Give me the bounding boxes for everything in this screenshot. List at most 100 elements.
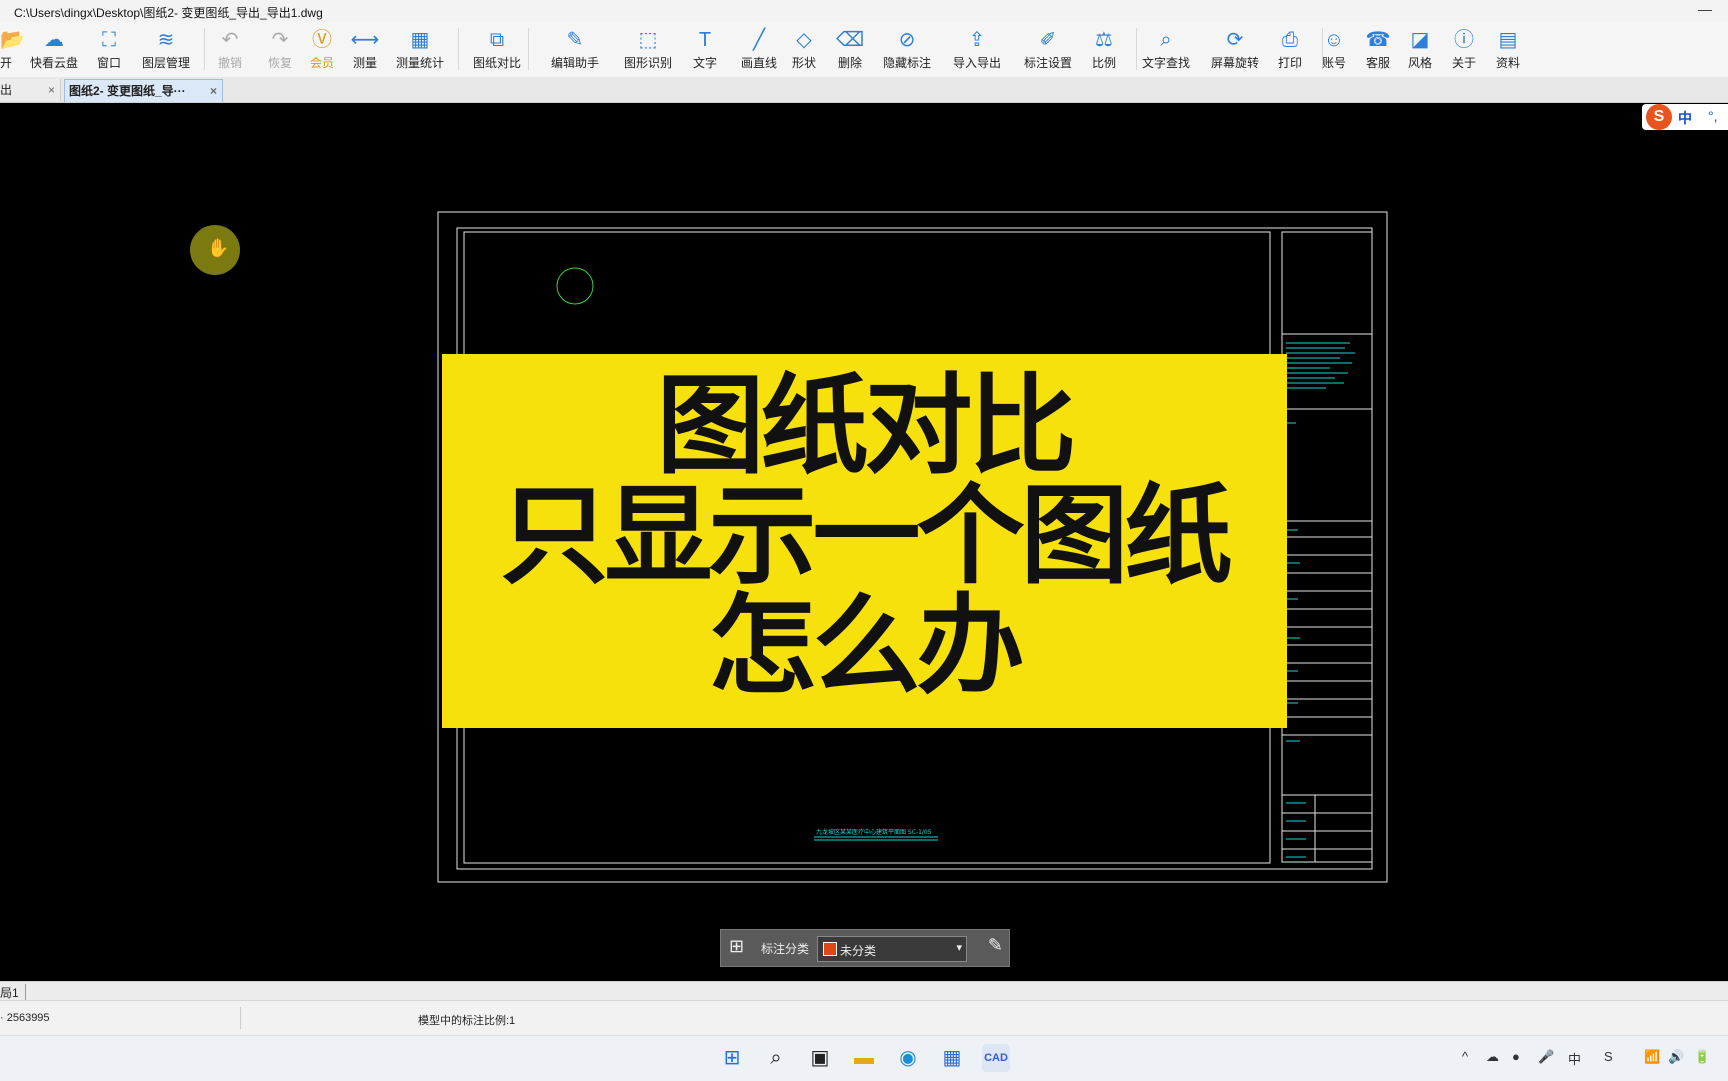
status-divider bbox=[240, 1007, 241, 1029]
toolbar-button-screen-rotate[interactable]: ⟳ 屏幕旋转 bbox=[1204, 26, 1266, 76]
toolbar-label: 测量统计 bbox=[395, 56, 444, 70]
toolbar-label: 屏幕旋转 bbox=[1210, 56, 1259, 70]
tray-icon[interactable]: ^ bbox=[1462, 1049, 1468, 1064]
toolbar-label: 文字查找 bbox=[1141, 56, 1190, 70]
toolbar-button-eraser[interactable]: ⌫ 删除 bbox=[832, 26, 868, 76]
cloud-icon: ☁ bbox=[44, 29, 64, 51]
toolbar-label: 删除 bbox=[837, 56, 862, 70]
toolbar-button-vip[interactable]: Ⓥ 会员 bbox=[304, 26, 340, 76]
line-icon: ╱ bbox=[752, 29, 766, 51]
tray-icon[interactable]: 🔊 bbox=[1668, 1049, 1684, 1065]
toolbar-label: 风格 bbox=[1407, 56, 1432, 70]
tab-close-icon[interactable]: × bbox=[210, 80, 217, 102]
ime-mode[interactable]: 中 bbox=[1678, 108, 1692, 128]
drawing-canvas[interactable]: 九龙坡区某某医疗中心建筑平面图 SC-1/05 ✋ 图纸对比 只显示一个图纸 怎… bbox=[0, 103, 1728, 981]
toolbar-button-open[interactable]: 📂 开 bbox=[0, 26, 25, 76]
toolbar-label: 文字 bbox=[692, 56, 717, 70]
taskbar-cad-icon[interactable]: CAD bbox=[982, 1044, 1010, 1072]
overlay-line-3: 怎么办 bbox=[708, 584, 1024, 709]
cursor-highlight: ✋ bbox=[190, 225, 240, 275]
measure-stats-icon: ▦ bbox=[410, 29, 430, 51]
redo-icon: ↷ bbox=[271, 29, 289, 51]
tray-icon[interactable]: 中 bbox=[1568, 1049, 1581, 1068]
toolbar-button-line[interactable]: ╱ 画直线 bbox=[736, 26, 782, 76]
toolbar-button-window[interactable]: ⛶ 窗口 bbox=[94, 26, 124, 76]
toolbar-button-compare[interactable]: ⧉ 图纸对比 bbox=[468, 26, 526, 76]
tray-icon[interactable]: 📶 bbox=[1644, 1049, 1660, 1065]
scale-icon: ⚖ bbox=[1095, 29, 1113, 51]
toolbar-button-style[interactable]: ◪ 风格 bbox=[1402, 26, 1438, 76]
toolbar-button-shape-recognition[interactable]: ⬚ 图形识别 bbox=[618, 26, 678, 76]
toolbar-label: 会员 bbox=[309, 56, 334, 70]
document-tabs: 出 × 图纸2- 变更图纸_导··· × bbox=[0, 77, 1728, 103]
toolbar-separator bbox=[204, 28, 205, 70]
toolbar-button-text[interactable]: T 文字 bbox=[686, 26, 724, 76]
toolbar-button-shape[interactable]: ◇ 形状 bbox=[786, 26, 822, 76]
overlay-line-2: 只显示一个图纸 bbox=[500, 474, 1232, 599]
sogou-logo-icon: S bbox=[1646, 104, 1672, 130]
toolbar-label: 隐藏标注 bbox=[882, 56, 931, 70]
tray-icon[interactable]: ☁ bbox=[1486, 1049, 1499, 1065]
main-toolbar: 📂 开 ☁ 快看云盘 ⛶ 窗口 ≋ 图层管理 ↶ 撤销 ↷ 恢复 Ⓥ 会员 ⟷ 测量 ▦ 测量统计 ⧉ 图纸对比 ✎ 编辑… bbox=[0, 22, 1728, 77]
tab-close-icon[interactable]: × bbox=[48, 79, 55, 101]
toolbar-label: 标注设置 bbox=[1023, 56, 1072, 70]
text-search-icon: ⌕ bbox=[1160, 29, 1172, 51]
headset-icon: ☎ bbox=[1365, 29, 1391, 51]
layers-icon: ≋ bbox=[157, 29, 175, 51]
toolbar-label: 账号 bbox=[1321, 56, 1346, 70]
chevron-down-icon[interactable]: ▾ bbox=[956, 941, 962, 954]
open-icon: 📂 bbox=[0, 29, 25, 51]
window-icon: ⛶ bbox=[102, 29, 116, 51]
toolbar-button-import-export[interactable]: ⇪ 导入导出 bbox=[948, 26, 1006, 76]
toolbar-button-print[interactable]: ⎙ 打印 bbox=[1272, 26, 1308, 76]
toolbar-label: 画直线 bbox=[740, 56, 777, 70]
layout-tab[interactable]: 局1 bbox=[0, 984, 26, 1001]
ime-punct[interactable]: °, bbox=[1708, 108, 1718, 124]
toolbar-button-measure[interactable]: ⟷ 测量 bbox=[346, 26, 384, 76]
toolbar-button-layers[interactable]: ≋ 图层管理 bbox=[138, 26, 194, 76]
toolbar-label: 恢复 bbox=[267, 56, 292, 70]
toolbar-button-annotation-settings[interactable]: ✐ 标注设置 bbox=[1018, 26, 1078, 76]
toolbar-button-edit-assistant[interactable]: ✎ 编辑助手 bbox=[544, 26, 606, 76]
toolbar-button-cloud[interactable]: ☁ 快看云盘 bbox=[26, 26, 82, 76]
toolbar-button-scale[interactable]: ⚖ 比例 bbox=[1086, 26, 1122, 76]
tray-icon[interactable]: 🎤 bbox=[1538, 1049, 1554, 1065]
toolbar-button-account[interactable]: ☺ 账号 bbox=[1316, 26, 1352, 76]
grid-icon[interactable]: ⊞ bbox=[729, 936, 744, 957]
toolbar-label: 图纸对比 bbox=[472, 56, 521, 70]
toolbar-button-info[interactable]: ⓘ 关于 bbox=[1446, 26, 1482, 76]
toolbar-label: 开 bbox=[0, 56, 13, 70]
minimize-button[interactable]: — bbox=[1698, 1, 1712, 17]
tab-current-drawing[interactable]: 图纸2- 变更图纸_导··· × bbox=[64, 79, 223, 102]
style-icon: ◪ bbox=[1410, 29, 1430, 51]
taskbar-edge-icon[interactable]: ◉ bbox=[894, 1044, 922, 1072]
vip-icon: Ⓥ bbox=[312, 29, 332, 51]
taskbar-store-icon[interactable]: ▦ bbox=[938, 1044, 966, 1072]
eraser-icon: ⌫ bbox=[835, 29, 865, 51]
toolbar-label: 窗口 bbox=[96, 56, 121, 70]
toolbar-button-text-search[interactable]: ⌕ 文字查找 bbox=[1136, 26, 1196, 76]
toolbar-button-measure-stats[interactable]: ▦ 测量统计 bbox=[390, 26, 450, 76]
annotation-category-bar: ⊞ 标注分类 未分类 ▾ ✎ bbox=[720, 929, 1010, 967]
ime-indicator[interactable]: S 中 °, bbox=[1642, 104, 1728, 130]
taskbar-start-icon[interactable]: ⊞ bbox=[718, 1044, 746, 1072]
tab-previous-drawing[interactable]: 出 × bbox=[0, 79, 61, 101]
toolbar-label: 打印 bbox=[1277, 56, 1302, 70]
taskbar-task-view-icon[interactable]: ▣ bbox=[806, 1044, 834, 1072]
tray-icon[interactable]: 🔋 bbox=[1694, 1049, 1710, 1065]
toolbar-button-hide-annotation[interactable]: ⊘ 隐藏标注 bbox=[878, 26, 936, 76]
toolbar-button-undo[interactable]: ↶ 撤销 bbox=[210, 26, 250, 76]
toolbar-label: 资料 bbox=[1495, 56, 1520, 70]
toolbar-label: 关于 bbox=[1451, 56, 1476, 70]
windows-taskbar: ⊞ ⌕ ▣ ▬ ◉ ▦ CAD ^ ☁ ● 🎤 中 S 📶 🔊 🔋 bbox=[0, 1035, 1728, 1081]
annotation-category-select[interactable]: 未分类 ▾ bbox=[817, 936, 967, 962]
toolbar-button-headset[interactable]: ☎ 客服 bbox=[1360, 26, 1396, 76]
tray-icon[interactable]: ● bbox=[1512, 1049, 1520, 1064]
annotation-scale-text: 模型中的标注比例:1 bbox=[418, 1015, 516, 1027]
taskbar-search-icon[interactable]: ⌕ bbox=[762, 1044, 790, 1072]
taskbar-explorer-icon[interactable]: ▬ bbox=[850, 1044, 878, 1072]
toolbar-button-resources[interactable]: ▤ 资料 bbox=[1490, 26, 1526, 76]
toolbar-button-redo[interactable]: ↷ 恢复 bbox=[260, 26, 300, 76]
edit-icon[interactable]: ✎ bbox=[988, 935, 1003, 956]
tray-icon[interactable]: S bbox=[1604, 1049, 1613, 1064]
